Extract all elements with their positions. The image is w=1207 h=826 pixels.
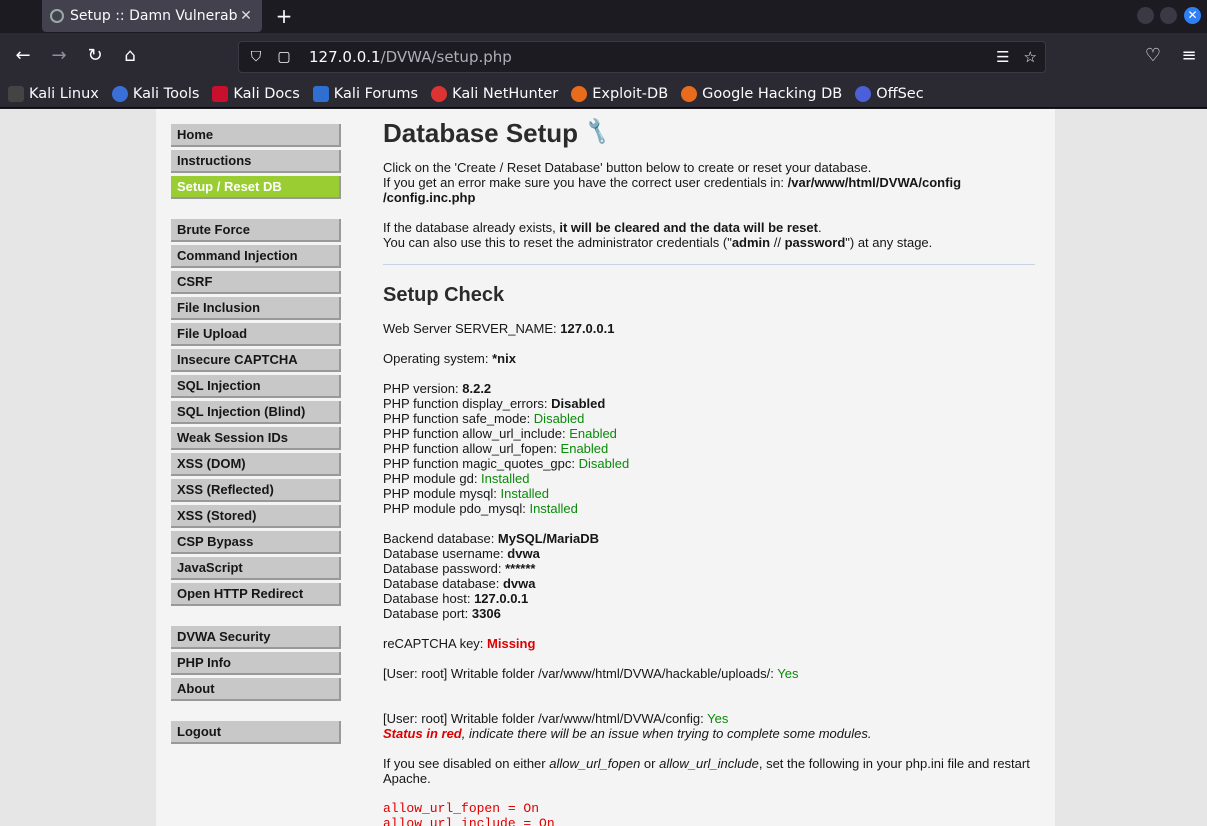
server-name-row: Web Server SERVER_NAME: 127.0.0.1 [383, 321, 615, 336]
browser-tab[interactable]: Setup :: Damn Vulnerable ✕ [42, 0, 262, 32]
status-value: Installed [529, 501, 578, 516]
status-value: Installed [500, 486, 549, 501]
menu-about[interactable]: About [171, 678, 341, 701]
menu-file-inclusion[interactable]: File Inclusion [171, 297, 341, 320]
main-content: Database Setup 🔧 Click on the 'Create / … [383, 117, 1035, 826]
divider [383, 264, 1035, 265]
menu-open-http-redirect[interactable]: Open HTTP Redirect [171, 583, 341, 606]
side-menu: Home Instructions Setup / Reset DB Brute… [171, 124, 341, 747]
page-title: Database Setup 🔧 [383, 117, 1035, 148]
menu-csp-bypass[interactable]: CSP Bypass [171, 531, 341, 554]
url-host: 127.0.0.1 [309, 48, 381, 66]
navigation-bar: ← → ↻ ⌂ ⛉ ▢ 127.0.0.1/DVWA/setup.php ☰ ☆… [0, 33, 1207, 80]
reload-icon[interactable]: ↻ [83, 45, 107, 66]
setup-check-heading: Setup Check [383, 284, 505, 306]
bookmark-kali-linux[interactable]: Kali Linux [8, 85, 99, 102]
reader-view-icon[interactable]: ☰ [996, 48, 1009, 66]
bookmark-exploit-db[interactable]: Exploit-DB [571, 85, 668, 102]
maximize-icon[interactable] [1160, 7, 1177, 24]
config-writable-row: [User: root] Writable folder /var/www/ht… [383, 711, 872, 741]
menu-insecure-captcha[interactable]: Insecure CAPTCHA [171, 349, 341, 372]
status-value: Enabled [560, 441, 609, 456]
back-icon[interactable]: ← [11, 45, 35, 66]
menu-dvwa-security[interactable]: DVWA Security [171, 626, 341, 649]
php-ini-instructions: If you see disabled on either allow_url_… [383, 756, 1030, 786]
menu-php-info[interactable]: PHP Info [171, 652, 341, 675]
reset-warning: If the database already exists, it will … [383, 220, 933, 250]
nethunter-icon [431, 85, 448, 102]
menu-logout[interactable]: Logout [171, 721, 341, 744]
pocket-icon[interactable]: ♡ [1141, 45, 1165, 66]
intro-text: Click on the 'Create / Reset Database' b… [383, 160, 962, 205]
bookmark-kali-docs[interactable]: Kali Docs [212, 85, 300, 102]
close-window-icon[interactable]: ✕ [1184, 7, 1201, 24]
os-row: Operating system: *nix [383, 351, 516, 366]
forward-icon[interactable]: → [47, 45, 71, 66]
status-value: Disabled [578, 456, 630, 471]
menu-setup-reset-db[interactable]: Setup / Reset DB [171, 176, 341, 199]
bookmark-kali-forums[interactable]: Kali Forums [312, 85, 418, 102]
offsec-icon [855, 85, 872, 102]
menu-sql-injection[interactable]: SQL Injection [171, 375, 341, 398]
bookmark-kali-nethunter[interactable]: Kali NetHunter [431, 85, 558, 102]
dvwa-favicon-icon [50, 9, 64, 23]
tab-title: Setup :: Damn Vulnerable [70, 8, 238, 24]
status-value: Installed [481, 471, 530, 486]
menu-javascript[interactable]: JavaScript [171, 557, 341, 580]
kali-dragon-icon [8, 85, 24, 102]
ghdb-icon [681, 85, 698, 102]
menu-instructions[interactable]: Instructions [171, 150, 341, 173]
bookmark-google-hacking-db[interactable]: Google Hacking DB [681, 85, 842, 102]
bookmark-star-icon[interactable]: ☆ [1024, 48, 1037, 66]
menu-home[interactable]: Home [171, 124, 341, 147]
minimize-icon[interactable] [1137, 7, 1154, 24]
dvwa-page: Home Instructions Setup / Reset DB Brute… [156, 109, 1055, 826]
bookmark-kali-tools[interactable]: Kali Tools [111, 85, 199, 102]
kali-tools-icon [111, 85, 128, 102]
home-icon[interactable]: ⌂ [118, 45, 142, 66]
bookmarks-toolbar: Kali Linux Kali Tools Kali Docs Kali For… [0, 80, 1207, 108]
menu-xss-dom[interactable]: XSS (DOM) [171, 453, 341, 476]
menu-command-injection[interactable]: Command Injection [171, 245, 341, 268]
shield-icon[interactable]: ⛉ [245, 49, 267, 65]
menu-xss-reflected[interactable]: XSS (Reflected) [171, 479, 341, 502]
php-ini-code: allow_url_fopen = On allow_url_include =… [383, 801, 555, 826]
new-tab-icon[interactable]: + [274, 4, 294, 28]
status-value: Disabled [533, 411, 585, 426]
uploads-writable-row: [User: root] Writable folder /var/www/ht… [383, 666, 799, 681]
menu-csrf[interactable]: CSRF [171, 271, 341, 294]
menu-weak-session-ids[interactable]: Weak Session IDs [171, 427, 341, 450]
php-checks: PHP version: 8.2.2 PHP function display_… [383, 381, 630, 516]
kali-docs-icon [212, 85, 229, 102]
tab-bar: Setup :: Damn Vulnerable ✕ + ✕ [0, 0, 1207, 33]
menu-sql-injection-blind[interactable]: SQL Injection (Blind) [171, 401, 341, 424]
menu-file-upload[interactable]: File Upload [171, 323, 341, 346]
recaptcha-row: reCAPTCHA key: Missing [383, 636, 536, 651]
status-value: Missing [487, 636, 536, 651]
exploit-db-icon [571, 85, 588, 102]
menu-brute-force[interactable]: Brute Force [171, 219, 341, 242]
database-info: Backend database: MySQL/MariaDB Database… [383, 531, 600, 621]
url-path: /DVWA/setup.php [380, 48, 512, 66]
menu-xss-stored[interactable]: XSS (Stored) [171, 505, 341, 528]
menu-icon[interactable]: ≡ [1177, 45, 1201, 66]
bookmark-offsec[interactable]: OffSec [855, 85, 924, 102]
close-tab-icon[interactable]: ✕ [238, 8, 254, 24]
wrench-icon: 🔧 [582, 117, 614, 147]
kali-forums-icon [312, 85, 329, 102]
status-value: Disabled [551, 396, 606, 411]
page-viewport: Home Instructions Setup / Reset DB Brute… [0, 109, 1207, 826]
status-value: Enabled [569, 426, 617, 441]
page-info-icon[interactable]: ▢ [273, 49, 295, 65]
url-bar[interactable]: ⛉ ▢ 127.0.0.1/DVWA/setup.php ☰ ☆ [238, 41, 1046, 73]
